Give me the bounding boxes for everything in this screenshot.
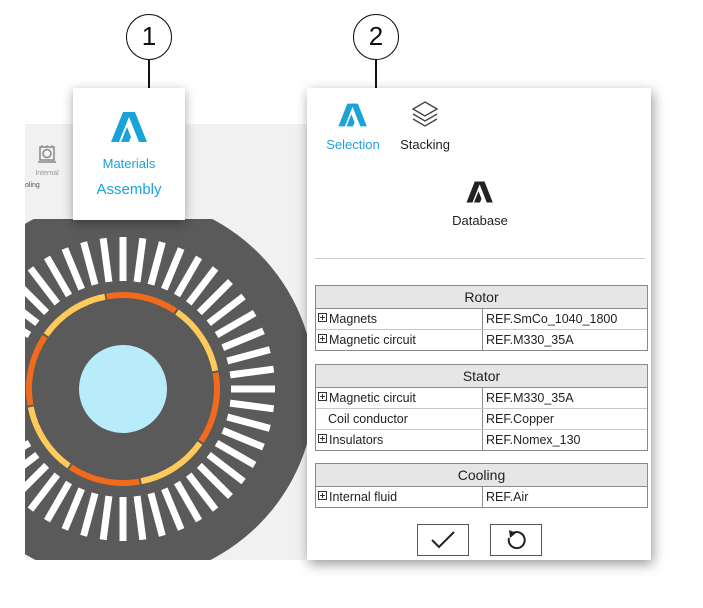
database-button[interactable]: Database xyxy=(427,180,533,228)
table-row[interactable]: Magnets REF.SmCo_1040_1800 xyxy=(316,309,647,329)
stator-slot xyxy=(119,497,127,541)
materials-logo-icon xyxy=(338,103,367,127)
row-name: Magnets xyxy=(329,312,377,326)
database-logo-icon xyxy=(466,181,493,203)
row-name: Internal fluid xyxy=(329,490,398,504)
internal-tool-label: Internal xyxy=(35,170,59,177)
expand-icon[interactable] xyxy=(318,491,327,500)
expand-icon[interactable] xyxy=(318,334,327,343)
section-stator: Stator Magnetic circuit REF.M330_35A Coi… xyxy=(315,364,648,451)
motor-cross-section xyxy=(25,219,315,560)
section-title: Cooling xyxy=(316,464,647,487)
row-name: Insulators xyxy=(329,433,384,447)
layers-icon xyxy=(411,101,439,127)
materials-label[interactable]: Materials xyxy=(73,156,185,171)
internal-tool[interactable]: Internal xyxy=(32,144,62,177)
expand-icon[interactable] xyxy=(318,313,327,322)
row-value[interactable]: REF.M330_35A xyxy=(483,388,647,408)
motor-drawing xyxy=(25,219,315,560)
selection-panel: Selection Stacking Database Rotor Magnet… xyxy=(307,88,651,560)
row-value[interactable]: REF.Nomex_130 xyxy=(483,430,647,450)
reset-button[interactable] xyxy=(490,524,542,556)
tab-selection-label: Selection xyxy=(326,137,380,152)
tab-selection[interactable]: Selection xyxy=(315,102,391,152)
row-value[interactable]: REF.M330_35A xyxy=(483,330,647,350)
expand-icon[interactable] xyxy=(318,392,327,401)
table-row[interactable]: Magnetic circuit REF.M330_35A xyxy=(316,329,647,350)
table-row[interactable]: Internal fluid REF.Air xyxy=(316,487,647,507)
clipped-label: oling xyxy=(25,182,40,189)
row-value[interactable]: REF.Copper xyxy=(483,409,647,429)
row-name: Magnetic circuit xyxy=(329,333,416,347)
callout-2: 2 xyxy=(353,14,399,60)
section-title: Rotor xyxy=(316,286,647,309)
tab-stacking[interactable]: Stacking xyxy=(393,100,457,152)
section-rotor: Rotor Magnets REF.SmCo_1040_1800 Magneti… xyxy=(315,285,648,351)
confirm-button[interactable] xyxy=(417,524,469,556)
table-row[interactable]: Insulators REF.Nomex_130 xyxy=(316,429,647,450)
section-title: Stator xyxy=(316,365,647,388)
divider xyxy=(315,258,645,259)
expand-icon[interactable] xyxy=(318,434,327,443)
materials-logo-icon[interactable] xyxy=(73,110,185,144)
database-label: Database xyxy=(452,213,508,228)
row-name: Magnetic circuit xyxy=(329,391,416,405)
stator-slot xyxy=(119,237,127,281)
tab-stacking-label: Stacking xyxy=(400,137,450,152)
rotor-shaft xyxy=(79,345,167,433)
row-value[interactable]: REF.SmCo_1040_1800 xyxy=(483,309,647,329)
reset-icon xyxy=(507,530,526,550)
table-row[interactable]: Coil conductor REF.Copper xyxy=(316,408,647,429)
section-cooling: Cooling Internal fluid REF.Air xyxy=(315,463,648,508)
table-row[interactable]: Magnetic circuit REF.M330_35A xyxy=(316,388,647,408)
materials-panel: Materials Assembly xyxy=(73,88,185,220)
stator-slot xyxy=(231,385,275,393)
checkmark-icon xyxy=(431,531,455,549)
assembly-label[interactable]: Assembly xyxy=(73,181,185,198)
motor-part-icon xyxy=(38,145,56,163)
callout-1: 1 xyxy=(126,14,172,60)
row-name: Coil conductor xyxy=(328,412,408,426)
row-value[interactable]: REF.Air xyxy=(483,487,647,507)
